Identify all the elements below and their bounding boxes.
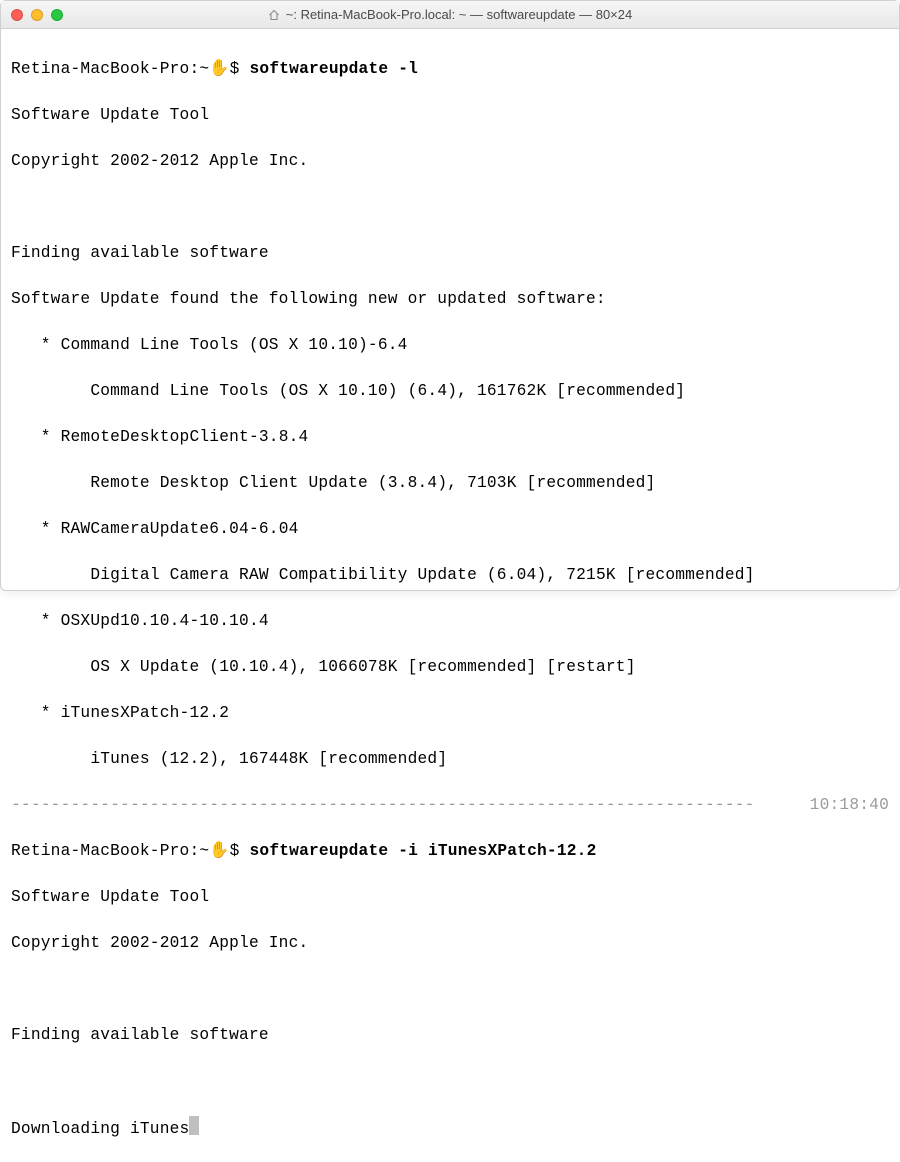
update-name: OSXUpd10.10.4-10.10.4 xyxy=(61,612,269,630)
close-button[interactable] xyxy=(11,9,23,21)
zoom-button[interactable] xyxy=(51,9,63,21)
update-name: Command Line Tools (OS X 10.10)-6.4 xyxy=(61,336,408,354)
blank-line xyxy=(11,978,889,1001)
output-tool-line: Software Update Tool xyxy=(11,104,889,127)
prompt-line-2: Retina-MacBook-Pro:~✋$ softwareupdate -i… xyxy=(11,840,889,863)
terminal-content[interactable]: Retina-MacBook-Pro:~✋$ softwareupdate -l… xyxy=(1,29,899,1162)
update-item: * Command Line Tools (OS X 10.10)-6.4 xyxy=(11,334,889,357)
output-copyright: Copyright 2002-2012 Apple Inc. xyxy=(11,932,889,955)
output-tool-line: Software Update Tool xyxy=(11,886,889,909)
session-divider: ----------------------------------------… xyxy=(11,794,889,817)
traffic-lights xyxy=(11,9,63,21)
divider-timestamp: 10:18:40 xyxy=(804,794,889,817)
hand-icon: ✋ xyxy=(209,842,229,860)
divider-dashes: ----------------------------------------… xyxy=(11,794,804,817)
window-titlebar: ~: Retina-MacBook-Pro.local: ~ — softwar… xyxy=(1,1,899,29)
blank-line xyxy=(11,196,889,219)
update-item-desc: Command Line Tools (OS X 10.10) (6.4), 1… xyxy=(11,380,889,403)
command-2: softwareupdate -i iTunesXPatch-12.2 xyxy=(250,842,597,860)
update-item: * RemoteDesktopClient-3.8.4 xyxy=(11,426,889,449)
output-finding: Finding available software xyxy=(11,242,889,265)
update-item: * iTunesXPatch-12.2 xyxy=(11,702,889,725)
update-item-desc: Digital Camera RAW Compatibility Update … xyxy=(11,564,889,587)
update-name: RAWCameraUpdate6.04-6.04 xyxy=(61,520,299,538)
update-item-desc: OS X Update (10.10.4), 1066078K [recomme… xyxy=(11,656,889,679)
update-name: RemoteDesktopClient-3.8.4 xyxy=(61,428,309,446)
output-finding: Finding available software xyxy=(11,1024,889,1047)
prompt-host: Retina-MacBook-Pro:~ xyxy=(11,842,209,860)
blank-line xyxy=(11,1070,889,1093)
update-item-desc: Remote Desktop Client Update (3.8.4), 71… xyxy=(11,472,889,495)
output-found-header: Software Update found the following new … xyxy=(11,288,889,311)
window-title-text: ~: Retina-MacBook-Pro.local: ~ — softwar… xyxy=(286,7,633,22)
prompt-dollar: $ xyxy=(230,60,240,78)
command-1: softwareupdate -l xyxy=(250,60,419,78)
minimize-button[interactable] xyxy=(31,9,43,21)
update-item: * RAWCameraUpdate6.04-6.04 xyxy=(11,518,889,541)
prompt-dollar: $ xyxy=(230,842,240,860)
home-icon xyxy=(268,9,280,21)
output-downloading: Downloading iTunes xyxy=(11,1116,889,1141)
update-item-desc: iTunes (12.2), 167448K [recommended] xyxy=(11,748,889,771)
cursor-block xyxy=(189,1116,199,1135)
update-name: iTunesXPatch-12.2 xyxy=(61,704,230,722)
prompt-line-1: Retina-MacBook-Pro:~✋$ softwareupdate -l xyxy=(11,58,889,81)
update-item: * OSXUpd10.10.4-10.10.4 xyxy=(11,610,889,633)
prompt-host: Retina-MacBook-Pro:~ xyxy=(11,60,209,78)
hand-icon: ✋ xyxy=(209,60,229,78)
window-title: ~: Retina-MacBook-Pro.local: ~ — softwar… xyxy=(1,7,899,22)
output-copyright: Copyright 2002-2012 Apple Inc. xyxy=(11,150,889,173)
